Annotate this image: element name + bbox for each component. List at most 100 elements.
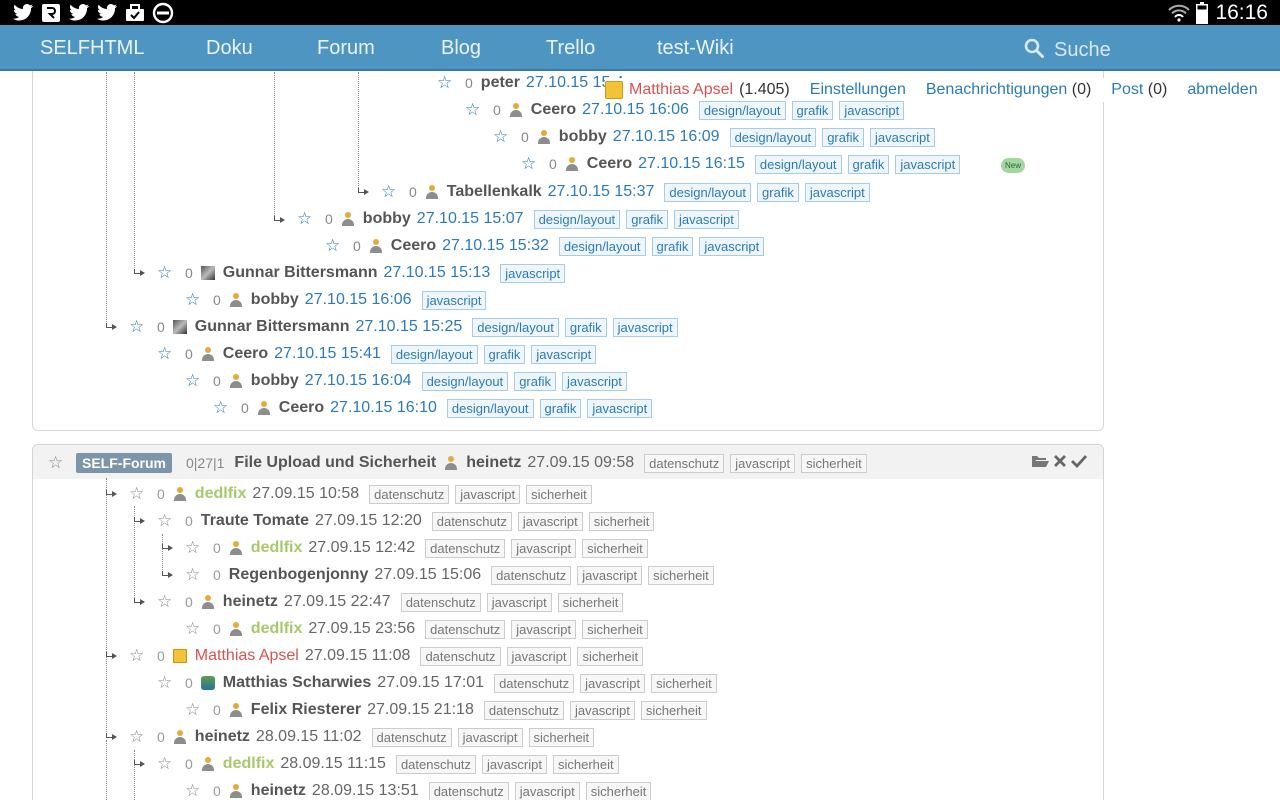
reply-arrow-icon [106,490,118,498]
thread-title-row[interactable]: ☆ SELF-Forum 0|27|1 File Upload und Sich… [48,452,873,474]
check-icon[interactable] [1071,454,1088,473]
star-icon[interactable]: ☆ [48,454,64,471]
reply-arrow-icon [134,269,146,277]
search-input[interactable]: Suche [1024,36,1224,64]
reply-arrow-icon [134,760,146,768]
star-icon[interactable]: ☆ [465,101,481,118]
new-badge: New [1001,158,1025,173]
star-icon[interactable]: ☆ [297,210,313,227]
app-icon [40,2,62,23]
user-icon [201,757,215,771]
twitter-icon [96,2,118,23]
star-icon[interactable]: ☆ [157,755,173,772]
tree-line [274,72,275,220]
user-icon [509,103,523,117]
star-icon[interactable]: ☆ [325,237,341,254]
user-icon [229,622,243,636]
list-item[interactable]: ☆ 0 Ceero 27.10.15 16:15 design/layout g… [521,153,966,175]
reply-arrow-icon [106,652,118,660]
list-item[interactable]: ☆ 0 Traute Tomate 27.09.15 12:20 datensc… [157,510,660,532]
star-icon[interactable]: ☆ [213,399,229,416]
list-item[interactable]: ☆ 0 Tabellenkalk 27.10.15 15:37 design/l… [381,181,876,203]
battery-icon [1193,1,1211,24]
user-name[interactable]: Matthias Apsel [629,81,733,99]
reply-arrow-icon [274,216,286,224]
star-icon[interactable]: ☆ [381,183,397,200]
user-icon [229,784,243,798]
user-icon [229,293,243,307]
thread-title[interactable]: File Upload und Sicherheit [234,454,436,472]
folder-icon[interactable] [1031,454,1049,473]
nav-selfhtml[interactable]: SELFHTML [40,37,144,60]
user-avatar [200,266,215,280]
list-item[interactable]: ☆ 0 Ceero 27.10.15 16:10 design/layout g… [213,397,658,419]
list-item[interactable]: ☆ 0 Regenbogenjonny 27.09.15 15:06 daten… [185,564,720,586]
star-icon[interactable]: ☆ [437,74,453,91]
list-item[interactable]: ☆ 0 heinetz 27.09.15 22:47 datenschutz j… [157,591,629,613]
nav-forum[interactable]: Forum [317,37,375,60]
forum-badge[interactable]: SELF-Forum [76,453,172,473]
close-icon[interactable] [1053,454,1067,473]
list-item[interactable]: ☆ 0 bobby 27.10.15 15:07 design/layout g… [297,208,745,230]
list-item[interactable]: ☆ 0 dedlfix 28.09.15 11:15 datenschutz j… [157,753,625,775]
star-icon[interactable]: ☆ [185,291,201,308]
list-item[interactable]: ☆ 0 dedlfix 27.09.15 12:42 datenschutz j… [185,537,654,559]
star-icon[interactable]: ☆ [129,318,145,335]
nav-doku[interactable]: Doku [206,37,253,60]
user-icon [229,703,243,717]
list-item[interactable]: ☆ 0 Ceero 27.10.15 15:32 design/layout g… [325,235,770,257]
user-avatar [200,676,215,690]
star-icon[interactable]: ☆ [129,728,145,745]
list-item[interactable]: ☆ 0 heinetz 28.09.15 11:02 datenschutz j… [129,726,600,748]
list-item[interactable]: ☆ 0 bobby 27.10.15 16:06 javascript [185,289,492,311]
twitter-icon [68,2,90,23]
reply-arrow-icon [134,598,146,606]
list-item[interactable]: ☆ 0 Gunnar Bittersmann 27.10.15 15:25 de… [129,316,684,338]
star-icon[interactable]: ☆ [185,539,201,556]
list-item[interactable]: ☆ 0 Matthias Scharwies 27.09.15 17:01 da… [157,672,723,694]
star-icon[interactable]: ☆ [185,372,201,389]
star-icon[interactable]: ☆ [129,485,145,502]
status-bar: 16:16 [0,0,1280,25]
star-icon[interactable]: ☆ [157,264,173,281]
star-icon[interactable]: ☆ [185,620,201,637]
list-item[interactable]: ☆ 0 dedlfix 27.09.15 10:58 datenschutz j… [129,483,598,505]
user-avatar-icon [605,81,623,99]
star-icon[interactable]: ☆ [493,128,509,145]
star-icon[interactable]: ☆ [185,566,201,583]
user-icon [229,541,243,555]
star-icon[interactable]: ☆ [157,593,173,610]
user-avatar [172,649,187,663]
list-item[interactable]: ☆ 0 Matthias Apsel 27.09.15 11:08 datens… [129,645,649,667]
list-item[interactable]: ☆ 0 bobby 27.10.15 16:04 design/layout g… [185,370,633,392]
tree-line [358,72,359,192]
notifications-link[interactable]: Benachrichtigungen (0) [926,81,1091,99]
search-placeholder: Suche [1054,38,1111,61]
star-icon[interactable]: ☆ [157,512,173,529]
list-item[interactable]: ☆ 0 bobby 27.10.15 16:09 design/layout g… [493,126,941,148]
settings-link[interactable]: Einstellungen [810,81,906,99]
thread-counts: 0|27|1 [186,455,225,471]
reply-arrow-icon [134,517,146,525]
nav-trello[interactable]: Trello [546,37,595,60]
list-item[interactable]: ☆ 0 heinetz 28.09.15 13:51 datenschutz j… [185,780,657,800]
reply-arrow-icon [162,571,174,579]
nav-test-wiki[interactable]: test-Wiki [657,37,734,60]
star-icon[interactable]: ☆ [157,345,173,362]
star-icon[interactable]: ☆ [129,647,145,664]
nav-blog[interactable]: Blog [441,37,481,60]
tree-line [134,750,135,800]
user-icon [257,401,271,415]
logout-link[interactable]: abmelden [1187,81,1257,99]
list-item[interactable]: ☆ 0 Ceero 27.10.15 15:41 design/layout g… [157,343,602,365]
post-link[interactable]: Post (0) [1111,81,1167,99]
list-item[interactable]: ☆ 0 Felix Riesterer 27.09.15 21:18 daten… [185,699,713,721]
list-item[interactable]: ☆ 0 Ceero 27.10.15 16:06 design/layout g… [465,99,910,121]
user-icon [369,239,383,253]
star-icon[interactable]: ☆ [185,782,201,799]
star-icon[interactable]: ☆ [185,701,201,718]
list-item[interactable]: ☆ 0 dedlfix 27.09.15 23:56 datenschutz j… [185,618,654,640]
star-icon[interactable]: ☆ [157,674,173,691]
star-icon[interactable]: ☆ [521,155,537,172]
list-item[interactable]: ☆ 0 Gunnar Bittersmann 27.10.15 15:13 ja… [157,262,571,284]
